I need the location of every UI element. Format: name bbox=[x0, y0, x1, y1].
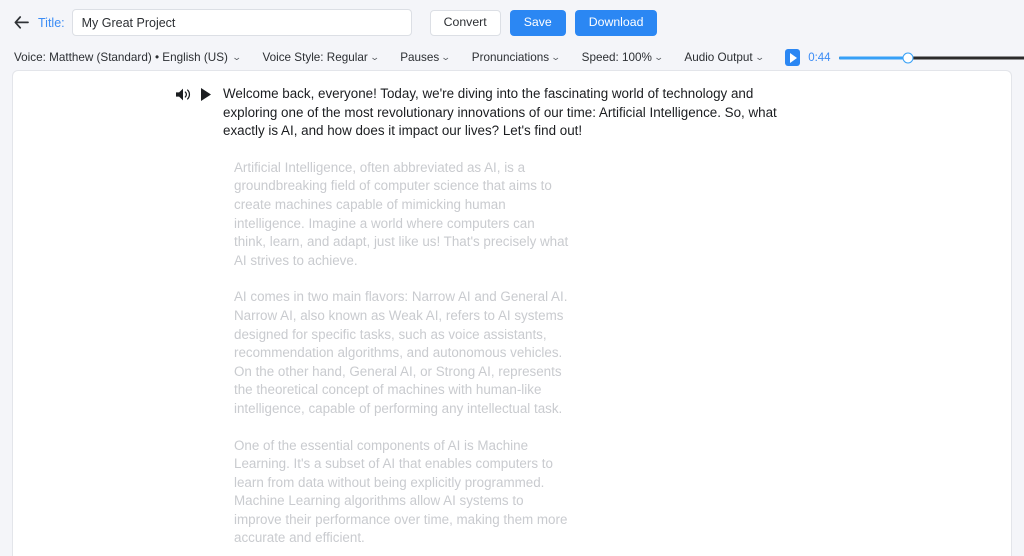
voice-style-selector[interactable]: Voice Style: Regular ⌄ bbox=[262, 51, 380, 64]
audio-output-label: Audio Output bbox=[684, 51, 753, 64]
paragraph-text[interactable]: One of the essential components of AI is… bbox=[13, 437, 593, 549]
title-label: Title: bbox=[38, 15, 65, 30]
chevron-down-icon: ⌄ bbox=[440, 52, 452, 62]
speaker-icon[interactable] bbox=[175, 87, 192, 107]
back-arrow-icon[interactable] bbox=[10, 12, 32, 34]
current-time: 0:44 bbox=[808, 51, 831, 64]
pronunciations-menu[interactable]: Pronunciations ⌄ bbox=[471, 51, 561, 64]
speed-label: Speed: 100% bbox=[581, 51, 652, 64]
paragraph-play-icon[interactable] bbox=[200, 87, 212, 107]
voice-style-label: Voice Style: Regular bbox=[262, 51, 368, 64]
script-editor-canvas[interactable]: Welcome back, everyone! Today, we're div… bbox=[12, 70, 1012, 556]
paragraph-text[interactable]: AI comes in two main flavors: Narrow AI … bbox=[13, 288, 593, 418]
chevron-down-icon: ⌄ bbox=[369, 52, 380, 62]
pauses-menu[interactable]: Pauses ⌄ bbox=[400, 51, 452, 64]
progress-thumb[interactable] bbox=[902, 52, 914, 63]
pauses-label: Pauses bbox=[400, 51, 440, 64]
paragraph-text[interactable]: Artificial Intelligence, often abbreviat… bbox=[13, 159, 593, 271]
playback-progress-slider[interactable] bbox=[838, 50, 1024, 66]
play-triangle-icon bbox=[790, 52, 798, 63]
project-title-input[interactable] bbox=[71, 9, 412, 36]
play-button[interactable] bbox=[785, 49, 801, 66]
app-header: Title: Convert Save Download bbox=[0, 0, 1024, 45]
progress-fill bbox=[838, 56, 909, 59]
header-actions: Convert Save Download bbox=[429, 9, 658, 36]
audio-player: 0:44 3:04 bbox=[785, 49, 1024, 66]
chevron-down-icon: ⌄ bbox=[550, 52, 561, 62]
voice-selector-label: Voice: Matthew (Standard) • English (US) bbox=[14, 51, 228, 64]
paragraph-text-active[interactable]: Welcome back, everyone! Today, we're div… bbox=[223, 85, 803, 141]
convert-button[interactable]: Convert bbox=[429, 9, 501, 36]
save-button[interactable]: Save bbox=[509, 9, 566, 36]
voice-selector[interactable]: Voice: Matthew (Standard) • English (US)… bbox=[14, 51, 242, 64]
paragraph-controls bbox=[13, 85, 223, 107]
speed-selector[interactable]: Speed: 100% ⌄ bbox=[581, 51, 664, 64]
pronunciations-label: Pronunciations bbox=[471, 51, 550, 64]
chevron-down-icon: ⌄ bbox=[754, 52, 765, 62]
document-body: Welcome back, everyone! Today, we're div… bbox=[13, 71, 1011, 556]
download-button[interactable]: Download bbox=[574, 9, 658, 36]
settings-toolbar: Voice: Matthew (Standard) • English (US)… bbox=[0, 45, 1024, 70]
chevron-down-icon: ⌄ bbox=[653, 52, 664, 62]
audio-output-menu[interactable]: Audio Output ⌄ bbox=[684, 51, 765, 64]
active-paragraph-row: Welcome back, everyone! Today, we're div… bbox=[13, 85, 1011, 141]
chevron-down-icon: ⌄ bbox=[231, 52, 242, 62]
